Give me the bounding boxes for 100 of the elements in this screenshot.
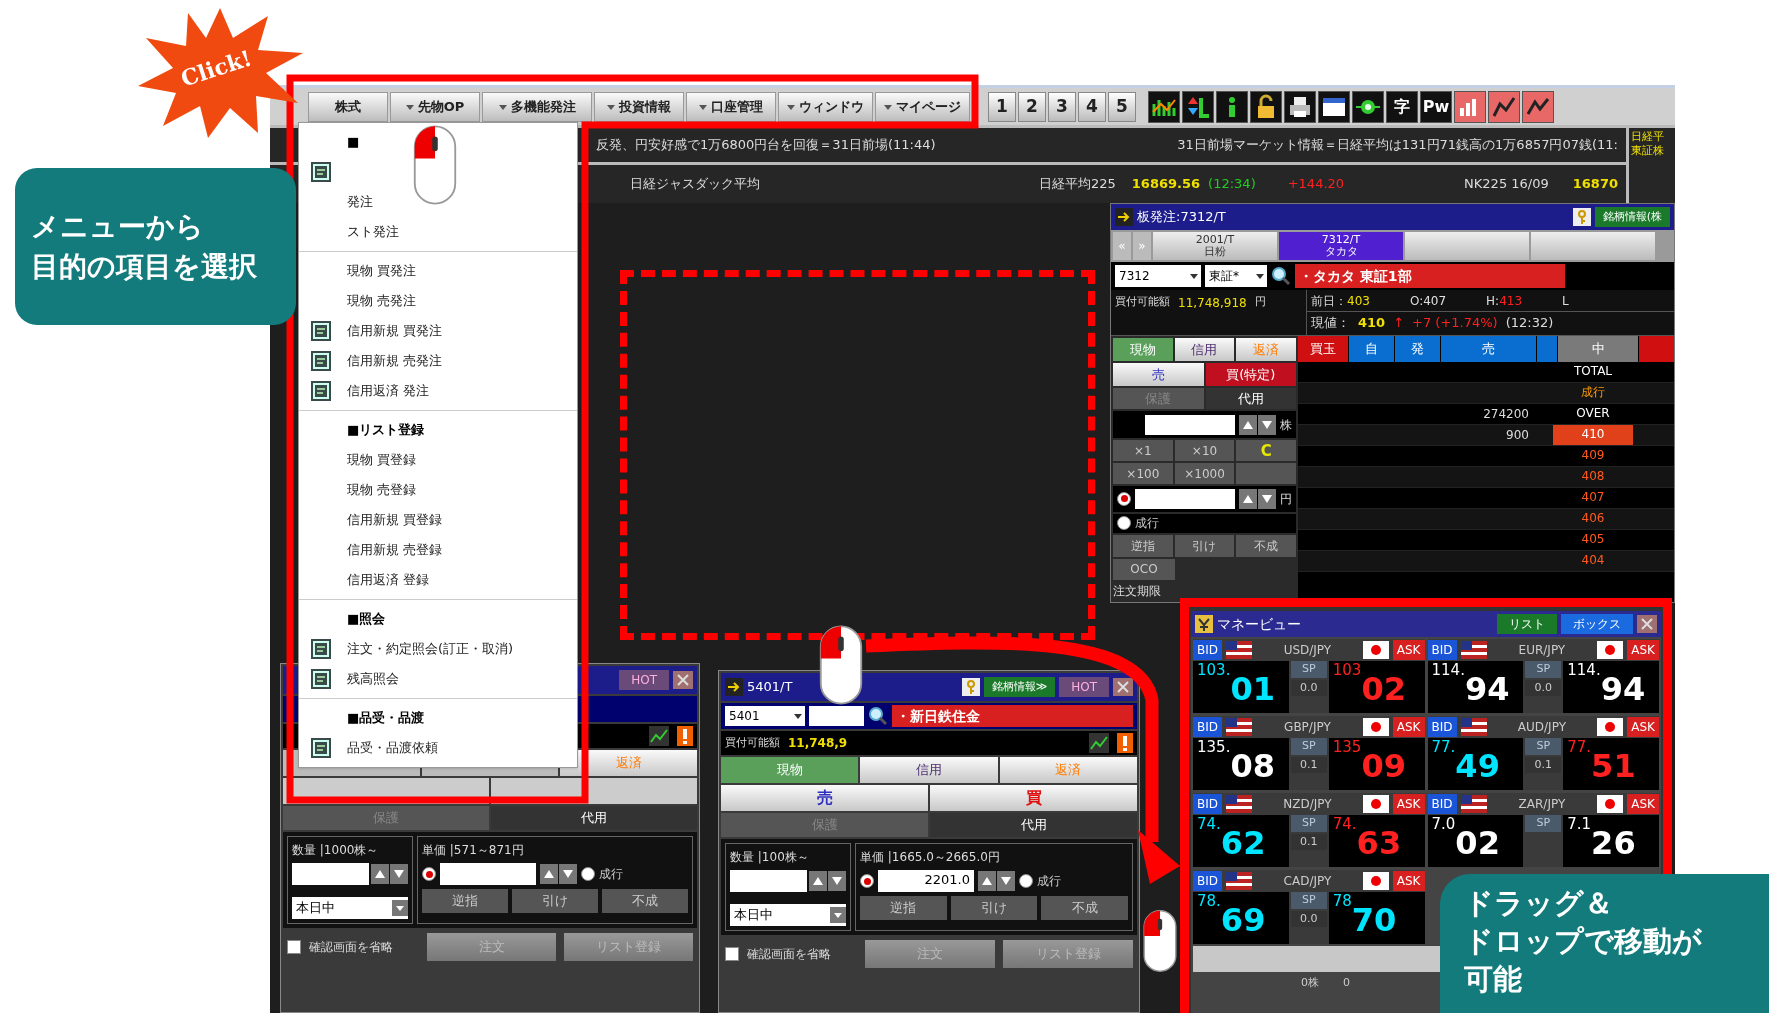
close-button[interactable]: [1113, 678, 1133, 696]
close-button[interactable]: [673, 671, 693, 689]
close-button[interactable]: [1637, 615, 1657, 633]
bid-label[interactable]: BID: [1427, 640, 1457, 660]
quantity-field[interactable]: [1145, 414, 1235, 435]
multiplier-button[interactable]: ×100: [1113, 463, 1173, 485]
validity-select[interactable]: 本日中: [292, 897, 408, 919]
account-button[interactable]: 代用: [1205, 388, 1296, 410]
code-field[interactable]: 5401: [725, 706, 805, 726]
quantity-field[interactable]: [730, 870, 807, 892]
menu-item[interactable]: 残高照会: [299, 664, 403, 694]
menu-item[interactable]: 信用返済 登録: [299, 565, 434, 595]
radio-button[interactable]: [1117, 491, 1131, 506]
ask-label[interactable]: ASK: [1392, 717, 1425, 737]
window-number-button[interactable]: 3: [1048, 91, 1076, 122]
side-button[interactable]: 買: [930, 785, 1137, 811]
stock-info-button[interactable]: 銘柄情報≫: [983, 677, 1056, 697]
multiplier-button[interactable]: ×10: [1174, 440, 1235, 462]
condition-button[interactable]: 引け: [512, 889, 598, 913]
menu-item[interactable]: 信用返済 発注: [299, 376, 434, 406]
menu-bar-item[interactable]: 株式: [308, 91, 388, 122]
condition-button[interactable]: 不成: [1236, 534, 1296, 557]
view-toggle[interactable]: ボックス: [1561, 614, 1633, 634]
spin-down-button[interactable]: [1258, 488, 1276, 509]
menu-item[interactable]: 現物 買登録: [299, 445, 421, 475]
view-toggle[interactable]: リスト: [1497, 614, 1557, 634]
ask-label[interactable]: ASK: [1627, 794, 1659, 814]
ask-label[interactable]: ASK: [1392, 794, 1425, 814]
menu-item[interactable]: 品受・品渡依頼: [299, 733, 442, 763]
checkbox[interactable]: [287, 940, 301, 954]
stock-info-button[interactable]: 銘柄情報(株: [1594, 207, 1670, 227]
account-button[interactable]: 代用: [930, 813, 1137, 837]
bid-label[interactable]: BID: [1193, 794, 1222, 814]
order-type-tab[interactable]: 信用: [860, 757, 998, 783]
multiplier-button[interactable]: ×1: [1113, 440, 1173, 462]
condition-button[interactable]: 引け: [1174, 534, 1235, 557]
menu-bar-item[interactable]: 多機能発注: [482, 91, 592, 122]
order-type-tab[interactable]: 現物: [1113, 338, 1173, 362]
menu-bar-item[interactable]: 口座管理: [686, 91, 776, 122]
condition-button[interactable]: 逆指: [422, 889, 508, 913]
bid-label[interactable]: BID: [1193, 640, 1222, 660]
ask-label[interactable]: ASK: [1627, 717, 1659, 737]
oco-button[interactable]: OCO: [1113, 558, 1175, 580]
window-number-button[interactable]: 1: [988, 91, 1016, 122]
condition-button[interactable]: 不成: [602, 889, 688, 913]
multiplier-button[interactable]: ×1000: [1174, 463, 1235, 485]
checkbox[interactable]: [725, 947, 739, 961]
order-type-tab[interactable]: 信用: [1174, 338, 1235, 362]
hot-button[interactable]: HOT: [1059, 677, 1109, 697]
quantity-field[interactable]: [292, 863, 369, 885]
ask-label[interactable]: ASK: [1627, 640, 1659, 660]
side-button[interactable]: 売: [1113, 363, 1204, 387]
radio-button[interactable]: [860, 874, 874, 888]
code-field[interactable]: 7312: [1115, 265, 1201, 287]
bid-label[interactable]: BID: [1427, 794, 1457, 814]
menu-item[interactable]: 注文・約定照会(訂正・取消): [299, 634, 518, 664]
menu-item[interactable]: 信用新規 売登録: [299, 535, 447, 565]
spin-down-button[interactable]: [1258, 414, 1276, 435]
menu-item[interactable]: 信用新規 買発注: [299, 316, 447, 346]
condition-button[interactable]: 逆指: [1113, 534, 1173, 557]
side-button[interactable]: 売: [721, 785, 928, 811]
window-number-button[interactable]: 5: [1108, 91, 1136, 122]
menu-item[interactable]: スト発注: [299, 217, 403, 247]
bid-label[interactable]: BID: [1193, 717, 1222, 737]
menu-bar-item[interactable]: 投資情報: [594, 91, 684, 122]
window-number-button[interactable]: 2: [1018, 91, 1046, 122]
price-field[interactable]: [440, 863, 536, 885]
menu-bar-item[interactable]: 先物OP: [390, 91, 480, 122]
symbol-tab[interactable]: 7312/T タカタ: [1279, 232, 1403, 260]
menu-item[interactable]: 現物 売発注: [299, 286, 421, 316]
price-field[interactable]: [1135, 488, 1235, 509]
bid-label[interactable]: BID: [1193, 871, 1222, 891]
ask-label[interactable]: ASK: [1392, 871, 1425, 891]
window-number-button[interactable]: 4: [1078, 91, 1106, 122]
spin-up-button[interactable]: [1239, 414, 1257, 435]
ask-label[interactable]: ASK: [1392, 640, 1425, 660]
multiplier-button[interactable]: C: [1236, 440, 1296, 462]
hot-button[interactable]: HOT: [619, 670, 669, 690]
price-field[interactable]: 2201.0: [878, 870, 974, 892]
bid-label[interactable]: BID: [1427, 717, 1457, 737]
menu-item[interactable]: 発注: [299, 187, 377, 217]
side-button[interactable]: 買(特定): [1205, 363, 1296, 387]
radio-button[interactable]: [422, 867, 436, 881]
radio-button[interactable]: [1019, 874, 1033, 888]
radio-button[interactable]: [1117, 516, 1131, 531]
account-button[interactable]: 代用: [491, 806, 697, 830]
toolbar-text-button[interactable]: 字: [1386, 90, 1418, 123]
condition-button[interactable]: 逆指: [860, 896, 947, 920]
market-select[interactable]: 東証*: [1205, 265, 1267, 287]
order-type-tab[interactable]: 現物: [721, 757, 859, 783]
spin-up-button[interactable]: [1239, 488, 1257, 509]
menu-item[interactable]: 信用新規 売発注: [299, 346, 447, 376]
toolbar-text-button[interactable]: Pw: [1420, 90, 1452, 123]
condition-button[interactable]: 引け: [950, 896, 1038, 920]
menu-item[interactable]: 信用新規 買登録: [299, 505, 447, 535]
validity-select[interactable]: 本日中: [730, 904, 846, 926]
symbol-tab[interactable]: 2001/T 日粉: [1153, 232, 1277, 260]
radio-button[interactable]: [581, 867, 595, 881]
menu-item[interactable]: 現物 買発注: [299, 256, 421, 286]
menu-bar-item[interactable]: ウィンドウ: [778, 91, 873, 122]
